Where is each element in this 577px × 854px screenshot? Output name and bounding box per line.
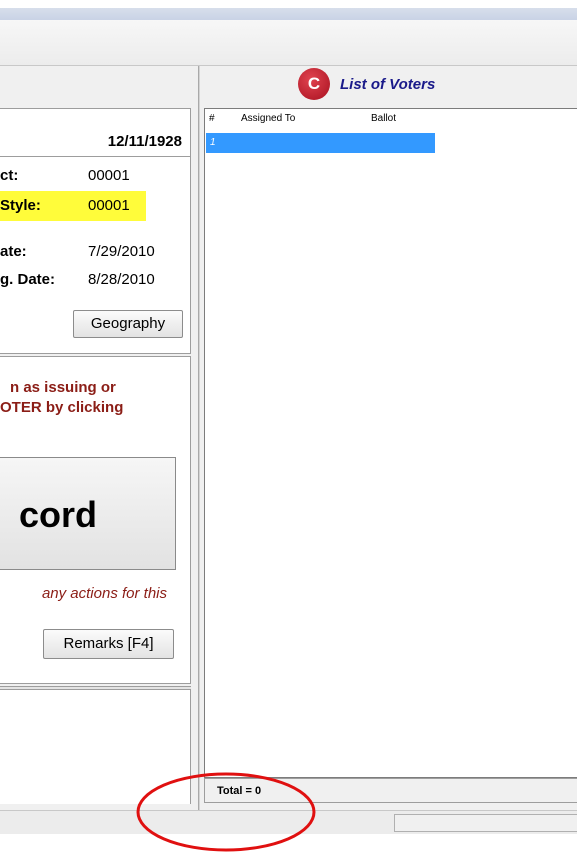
info-header: 12/11/1928 (0, 109, 190, 157)
c-badge-icon: C (298, 68, 330, 100)
date-label-1: ate: (0, 243, 27, 260)
column-header-ballot[interactable]: Ballot (371, 113, 396, 124)
grid-header: # Assigned To Ballot (205, 109, 577, 133)
date-label-2: g. Date: (0, 271, 56, 288)
column-header-assigned-to[interactable]: Assigned To (241, 113, 295, 124)
ballot-style-label: Style: (0, 197, 41, 214)
row-number: 1 (210, 137, 216, 148)
instruction-line-2: OTER by clicking (0, 399, 124, 416)
instruction-line-1: n as issuing or (10, 379, 116, 396)
column-header-number[interactable]: # (209, 113, 215, 124)
total-count: Total = 0 (217, 785, 262, 797)
vertical-splitter[interactable] (198, 66, 200, 810)
ballot-style-value: 00001 (88, 197, 130, 214)
toolbar (0, 20, 577, 66)
date-value-2: 8/28/2010 (88, 271, 155, 288)
record-button[interactable]: cord (0, 457, 176, 570)
bottom-margin (0, 834, 577, 854)
voters-grid[interactable]: # Assigned To Ballot 1 (204, 108, 577, 778)
geography-button[interactable]: Geography (73, 310, 183, 338)
remarks-button[interactable]: Remarks [F4] (43, 629, 174, 659)
voter-info-panel: 12/11/1928 ct: 00001 Style: 00001 ate: 7… (0, 108, 191, 354)
actions-note: any actions for this (41, 585, 167, 602)
birth-date: 12/11/1928 (107, 133, 182, 150)
action-panel: n as issuing or OTER by clicking cord an… (0, 356, 191, 684)
precinct-value: 00001 (88, 167, 130, 184)
voters-title-text: List of Voters (340, 76, 436, 93)
date-value-1: 7/29/2010 (88, 243, 155, 260)
table-row[interactable]: 1 (206, 133, 435, 153)
window-title-bar (0, 8, 577, 20)
lower-left-panel (0, 690, 191, 804)
precinct-label: ct: (0, 167, 19, 184)
total-bar: Total = 0 (204, 778, 577, 803)
status-bar (0, 810, 577, 834)
status-pane (394, 814, 577, 832)
